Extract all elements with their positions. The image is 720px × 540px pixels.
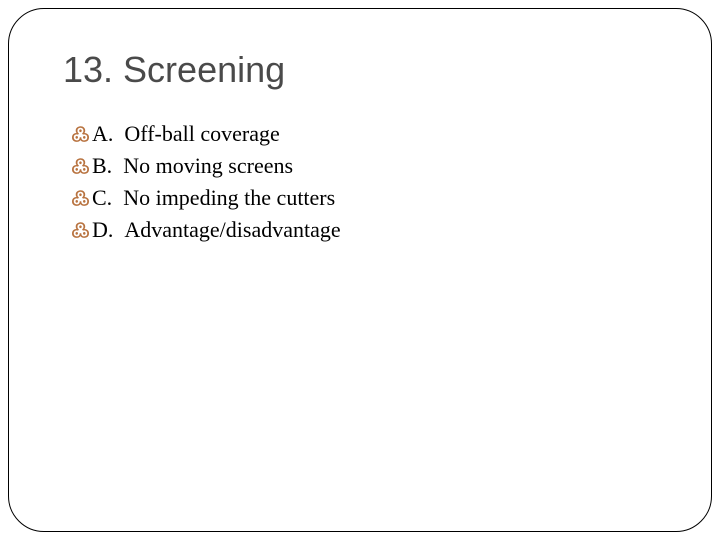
bullet-label: D. Advantage/disadvantage <box>92 215 341 245</box>
slide-title: 13. Screening <box>63 49 661 91</box>
slide-frame: 13. Screening ߷ A. Off-ball coverage ߷ B… <box>8 8 712 532</box>
bullet-list: ߷ A. Off-ball coverage ߷ B. No moving sc… <box>71 119 661 245</box>
bullet-label: B. No moving screens <box>92 151 293 181</box>
bullet-label: A. Off-ball coverage <box>92 119 280 149</box>
bullet-icon: ߷ <box>71 122 90 149</box>
list-item: ߷ A. Off-ball coverage <box>71 119 661 149</box>
bullet-icon: ߷ <box>71 154 90 181</box>
list-item: ߷ D. Advantage/disadvantage <box>71 215 661 245</box>
list-item: ߷ B. No moving screens <box>71 151 661 181</box>
bullet-icon: ߷ <box>71 186 90 213</box>
bullet-label: C. No impeding the cutters <box>92 183 335 213</box>
bullet-icon: ߷ <box>71 218 90 245</box>
list-item: ߷ C. No impeding the cutters <box>71 183 661 213</box>
